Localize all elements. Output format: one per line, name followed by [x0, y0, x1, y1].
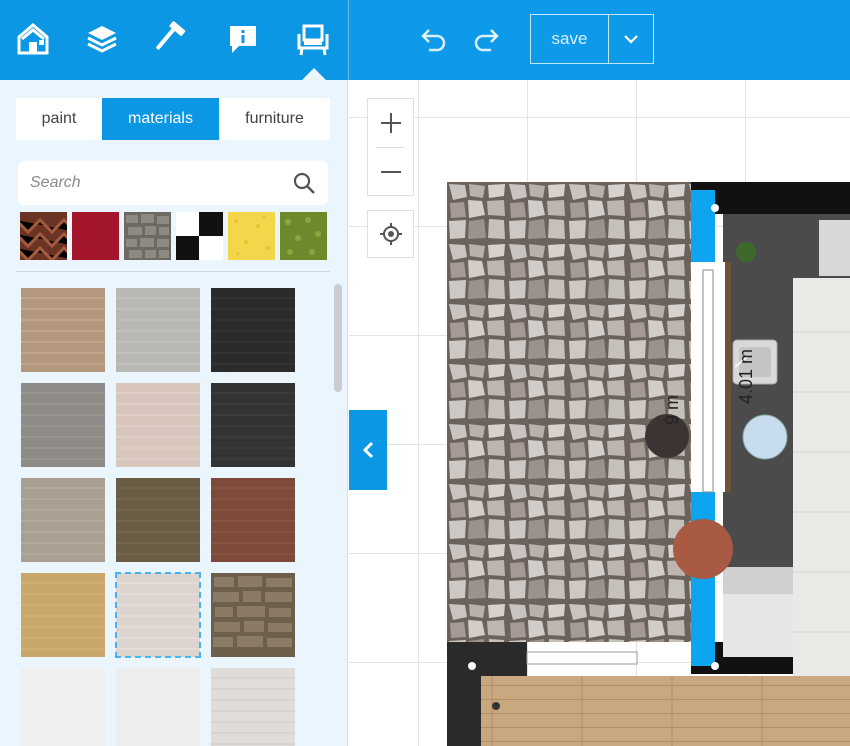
- tab-furniture[interactable]: furniture: [219, 98, 330, 140]
- material-rubble-stone[interactable]: [211, 573, 295, 657]
- floor-plan: [447, 182, 850, 746]
- material-beige-brick[interactable]: [21, 288, 105, 372]
- redo-icon: [474, 29, 499, 52]
- search-input[interactable]: [18, 161, 288, 205]
- plus-icon: [380, 113, 401, 133]
- swatch-checker[interactable]: [176, 212, 223, 260]
- info-icon[interactable]: [226, 20, 260, 58]
- topbar-divider: [348, 0, 349, 80]
- material-dark-brick[interactable]: [211, 383, 295, 467]
- panel-tabs: paint materials furniture: [16, 98, 330, 140]
- chevron-left-icon: [362, 441, 374, 459]
- swatch-yellow-speckle[interactable]: [228, 212, 275, 260]
- undo-button[interactable]: [418, 26, 448, 54]
- material-light-grey-brick[interactable]: [116, 288, 200, 372]
- material-tan-stone-brick[interactable]: [21, 478, 105, 562]
- recent-materials: [20, 212, 327, 260]
- zoom-out-button[interactable]: [368, 148, 413, 196]
- material-pink-brick[interactable]: [116, 383, 200, 467]
- tool-bar: [0, 0, 348, 80]
- material-white-brick-2[interactable]: [211, 668, 295, 746]
- panel-divider: [16, 271, 330, 272]
- swatch-green-grass[interactable]: [280, 212, 327, 260]
- zoom-in-button[interactable]: [368, 99, 413, 147]
- zoom-controls: [367, 98, 414, 196]
- chair-icon[interactable]: [296, 20, 330, 58]
- swatch-herringbone-wood[interactable]: [20, 212, 67, 260]
- collapse-panel-button[interactable]: [349, 410, 387, 490]
- redo-button[interactable]: [472, 26, 502, 54]
- tab-materials[interactable]: materials: [102, 98, 219, 140]
- save-options-button[interactable]: [608, 14, 654, 64]
- wall-dimension-label-secondary: 9 m: [662, 394, 682, 425]
- material-white-brick[interactable]: [115, 572, 201, 658]
- center-view-button[interactable]: [367, 210, 414, 258]
- panel-scrollbar[interactable]: [334, 284, 342, 392]
- chevron-down-icon: [624, 35, 638, 44]
- material-red-brick[interactable]: [211, 478, 295, 562]
- material-sand-brick[interactable]: [21, 573, 105, 657]
- material-black-brick[interactable]: [211, 288, 295, 372]
- crosshair-icon: [379, 223, 402, 245]
- materials-panel: paint materials furniture: [0, 80, 348, 746]
- swatch-grey-cobble[interactable]: [124, 212, 171, 260]
- material-grey-brick[interactable]: [21, 383, 105, 467]
- save-button[interactable]: save: [530, 14, 608, 64]
- tab-paint[interactable]: paint: [16, 98, 102, 140]
- search-icon[interactable]: [292, 171, 316, 195]
- swatch-red-fabric[interactable]: [72, 212, 119, 260]
- layers-icon[interactable]: [85, 20, 119, 58]
- minus-icon: [380, 171, 401, 173]
- material-white-plaster[interactable]: [21, 668, 105, 746]
- undo-icon: [421, 29, 446, 52]
- house-icon[interactable]: [16, 20, 50, 58]
- search-box: [18, 161, 328, 205]
- material-olive-brick[interactable]: [116, 478, 200, 562]
- floorplanner-app: save paint materials furniture Search 4.…: [0, 0, 850, 746]
- material-white-plaster-2[interactable]: [116, 668, 200, 746]
- hammer-icon[interactable]: [156, 20, 190, 58]
- active-tool-pointer: [302, 68, 326, 80]
- wall-dimension-label: 4.01 m: [736, 348, 756, 404]
